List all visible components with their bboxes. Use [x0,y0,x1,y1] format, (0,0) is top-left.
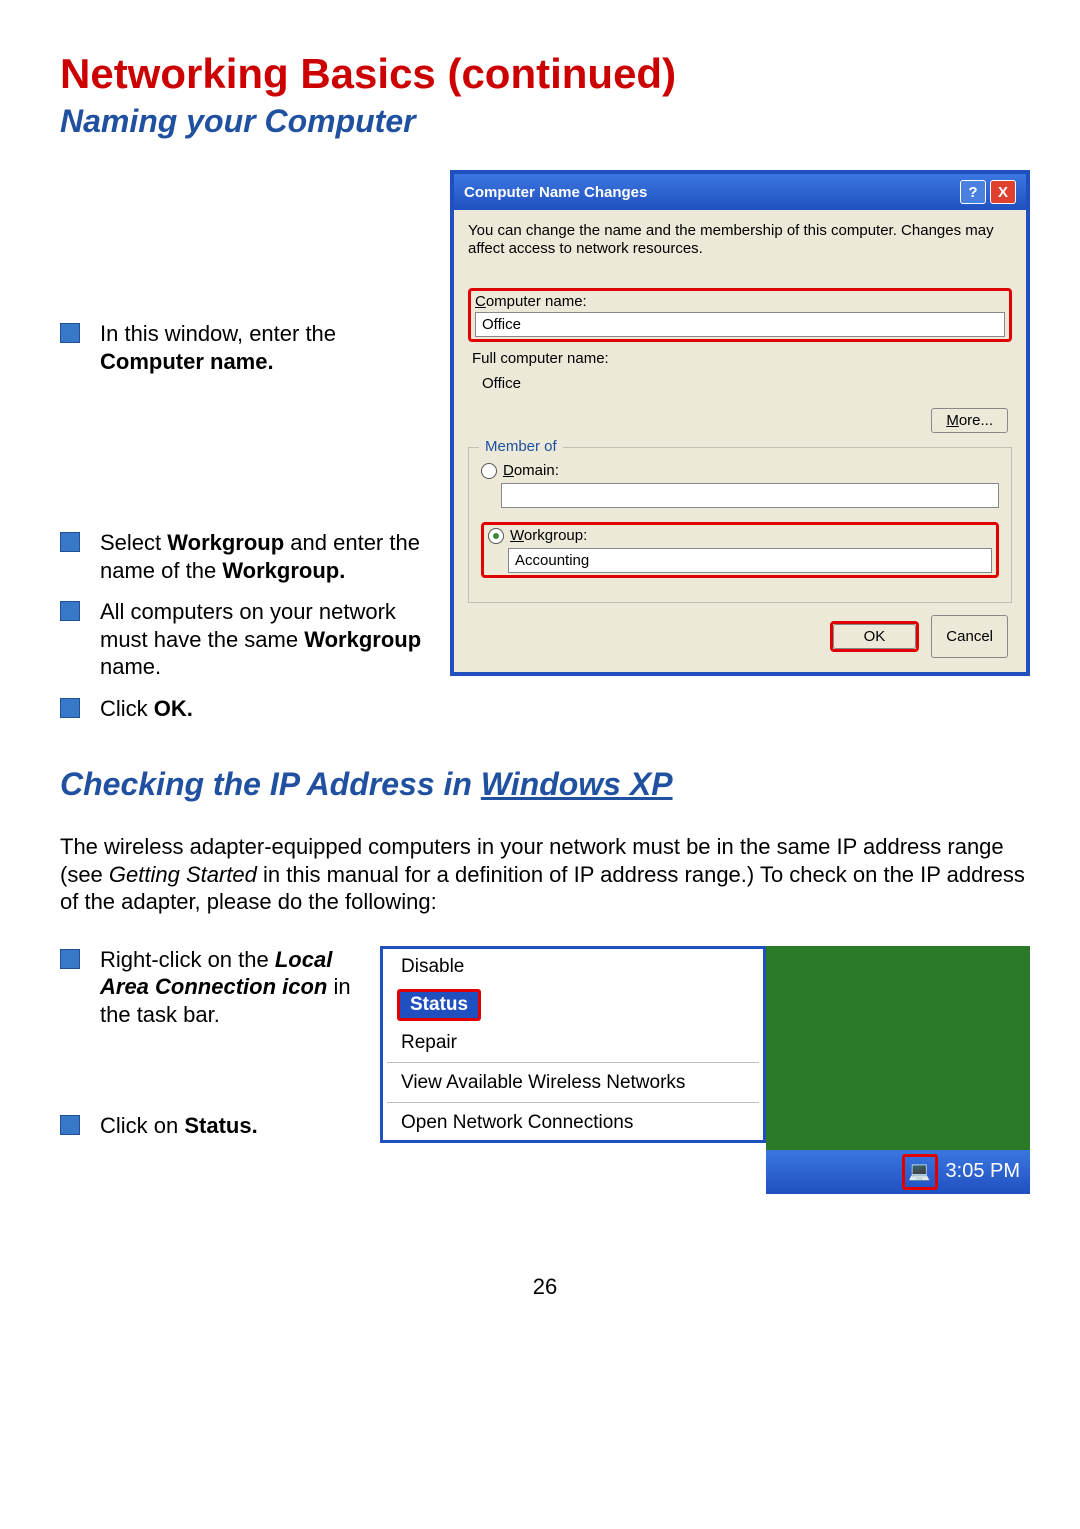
workgroup-input[interactable] [508,548,992,573]
close-button[interactable]: X [990,180,1016,204]
bullet-workgroup: Select Workgroup and enter the name of t… [60,529,430,584]
menu-repair[interactable]: Repair [383,1025,763,1060]
domain-input[interactable] [501,483,999,508]
full-name-value: Office [482,375,1012,392]
more-button[interactable]: More... [931,408,1008,433]
dialog-titlebar: Computer Name Changes ? X [454,174,1026,210]
help-button[interactable]: ? [960,180,986,204]
menu-separator [387,1062,759,1063]
section-subtitle-2: Checking the IP Address in Windows XP [60,766,1030,803]
computer-name-dialog: Computer Name Changes ? X You can change… [450,170,1030,676]
computer-name-label: Computer name: [475,293,1005,310]
section-subtitle-1: Naming your Computer [60,103,1030,140]
domain-radio[interactable]: Domain: [481,462,999,479]
ip-intro-paragraph: The wireless adapter-equipped computers … [60,833,1030,916]
full-name-label: Full computer name: [472,350,1012,367]
dialog-title: Computer Name Changes [464,184,647,201]
menu-separator [387,1102,759,1103]
taskbar: 💻 3:05 PM [766,1150,1030,1194]
bullet-same-workgroup: All computers on your network must have … [60,598,430,681]
menu-disable[interactable]: Disable [383,949,763,984]
member-of-fieldset: Member of Domain: Workgroup: [468,447,1012,603]
context-menu: Disable Status Repair View Available Wir… [380,946,766,1143]
taskbar-clock: 3:05 PM [946,1160,1020,1183]
member-of-legend: Member of [479,438,563,455]
bullet-click-status: Click on Status. [60,1112,360,1140]
computer-name-highlight: Computer name: [468,288,1012,342]
bullet-icon [60,949,80,969]
dialog-intro: You can change the name and the membersh… [468,222,1012,258]
bullet-click-ok: Click OK. [60,695,430,723]
cancel-button[interactable]: Cancel [931,615,1008,658]
bullet-computer-name: In this window, enter the Computer name. [60,320,430,375]
ok-button[interactable]: OK [833,624,917,649]
workgroup-radio[interactable]: Workgroup: [488,527,992,544]
bullet-icon [60,601,80,621]
page-title: Networking Basics (continued) [60,50,1030,98]
bullet-right-click: Right-click on the Local Area Connection… [60,946,360,1029]
page-number: 26 [60,1274,1030,1300]
bullet-icon [60,323,80,343]
tray-icon-highlight: 💻 [902,1154,938,1190]
menu-status[interactable]: Status [383,984,763,1025]
menu-view-networks[interactable]: View Available Wireless Networks [383,1065,763,1100]
computer-name-input[interactable] [475,312,1005,337]
workgroup-highlight: Workgroup: [481,522,999,578]
network-tray-icon[interactable]: 💻 [907,1159,933,1185]
menu-open-connections[interactable]: Open Network Connections [383,1105,763,1140]
bullet-icon [60,1115,80,1135]
bullet-icon [60,698,80,718]
desktop-background: 💻 3:05 PM [766,946,1030,1194]
bullet-icon [60,532,80,552]
